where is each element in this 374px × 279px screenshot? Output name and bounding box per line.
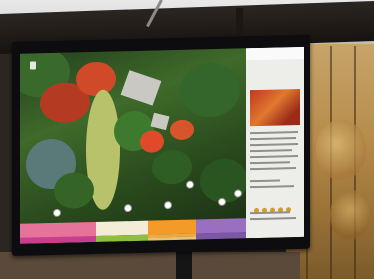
map-pin[interactable] bbox=[164, 201, 172, 210]
tree-canopy bbox=[180, 62, 240, 118]
map-pin[interactable] bbox=[218, 197, 226, 206]
map-tag bbox=[30, 61, 36, 70]
text-line bbox=[250, 143, 298, 147]
building-roof bbox=[120, 70, 162, 106]
autumn-tree bbox=[140, 130, 164, 153]
map-pin[interactable] bbox=[186, 180, 194, 189]
text-line bbox=[250, 217, 296, 221]
map-pin[interactable] bbox=[53, 208, 61, 217]
map-pin[interactable] bbox=[124, 204, 132, 213]
menu-button-6[interactable] bbox=[96, 234, 148, 242]
text-line bbox=[250, 167, 296, 171]
text-line bbox=[250, 155, 298, 159]
text-line bbox=[250, 185, 294, 189]
menu-button-4[interactable] bbox=[196, 218, 246, 234]
painted-tiger bbox=[316, 120, 366, 180]
autumn-tree bbox=[170, 119, 194, 141]
text-line bbox=[250, 161, 290, 165]
map-pin[interactable] bbox=[234, 189, 242, 198]
photo-scene bbox=[0, 0, 374, 279]
painted-tiger bbox=[330, 190, 370, 240]
tree-canopy bbox=[54, 171, 94, 209]
info-dots bbox=[254, 197, 294, 217]
menu-button-2[interactable] bbox=[96, 220, 148, 236]
menu-button-8[interactable] bbox=[148, 236, 196, 241]
text-line bbox=[250, 149, 292, 153]
television bbox=[12, 34, 310, 256]
text-line bbox=[250, 137, 296, 141]
menu-button-3[interactable] bbox=[148, 219, 196, 235]
info-panel bbox=[246, 46, 304, 239]
menu-button-5[interactable] bbox=[20, 235, 96, 244]
text-line bbox=[250, 179, 280, 183]
menu-button-9[interactable] bbox=[196, 232, 246, 240]
info-panel-header bbox=[246, 46, 304, 61]
maple-photo bbox=[250, 88, 300, 127]
tv-display bbox=[20, 46, 304, 244]
autumn-tree bbox=[76, 61, 116, 97]
floor bbox=[0, 252, 300, 279]
text-line bbox=[250, 131, 298, 135]
aerial-garden-map[interactable] bbox=[20, 48, 246, 224]
tree-canopy bbox=[152, 149, 192, 185]
